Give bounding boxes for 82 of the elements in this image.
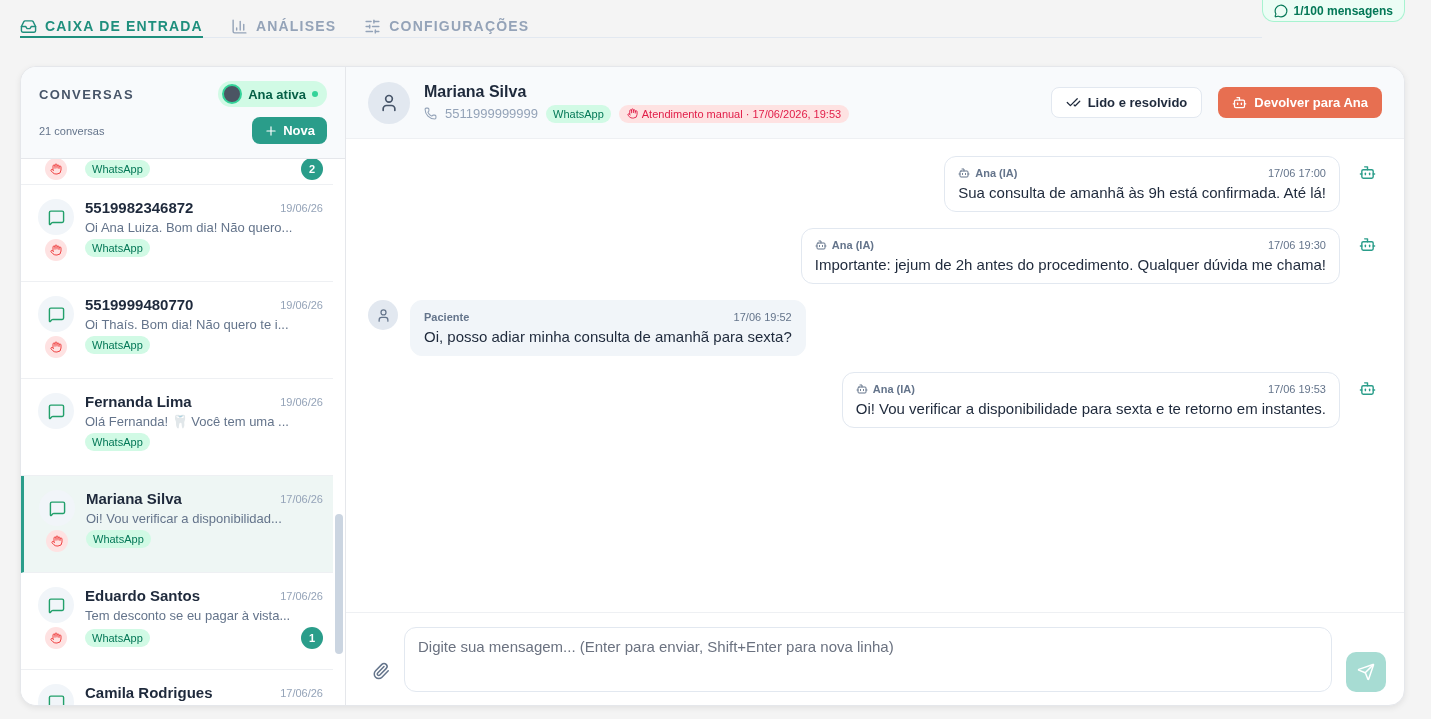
message-text: Importante: jejum de 2h antes do procedimento. Qualquer dúvida me chama! (814, 256, 1326, 273)
conversation-date: 17/06/26 (280, 589, 323, 602)
message-time: 17/06 17:00 (1267, 167, 1326, 179)
agent-status-pill: Ana ativa (218, 81, 327, 107)
message-author: Ana (IA) (855, 383, 915, 395)
message-preview: Oi Ana Luiza. Bom dia! Não quero... (85, 220, 294, 235)
robot-icon (958, 167, 971, 179)
channel-tag: WhatsApp (85, 336, 150, 354)
conversation-item[interactable]: WhatsApp 2 (21, 159, 333, 185)
conversation-item[interactable]: Mariana Silva 17/06/26 Oi! Vou verificar a disponibilidad... WhatsApp (21, 476, 333, 573)
message-author: Paciente (424, 311, 470, 323)
contact-name: 5519982346872 (85, 199, 194, 216)
message-time: 17/06 19:53 (1267, 383, 1326, 395)
user-icon (368, 300, 398, 330)
channel-tag: WhatsApp (85, 159, 150, 178)
chat-icon (38, 587, 74, 623)
conversation-item[interactable]: 5519999480770 19/06/26 Oi Thaís. Bom dia! Não quero te i... WhatsApp (21, 282, 333, 379)
channel-tag: WhatsApp (85, 629, 150, 647)
conversation-date: 19/06/26 (280, 298, 323, 311)
paperclip-icon (372, 662, 390, 680)
message-author: Ana (IA) (814, 239, 875, 251)
message-time: 17/06 19:52 (733, 311, 792, 323)
message-preview: Oi! Vou verificar a disponibilidad... (86, 511, 283, 526)
usage-badge: 1/100 mensagens (1261, 0, 1405, 22)
robot-icon (1358, 236, 1376, 253)
conversation-date: 17/06/26 (280, 492, 323, 505)
conversation-date: 19/06/26 (280, 395, 323, 408)
message-preview: Tem desconto se eu pagar à vista... (85, 608, 292, 623)
contact-name: Eduardo Santos (85, 587, 200, 604)
conversation-date: 19/06/26 (280, 201, 323, 214)
conversation-item[interactable]: Camila Rodrigues 17/06/26 (21, 670, 333, 705)
contact-name: Camila Rodrigues (85, 684, 213, 701)
contact-name: Fernanda Lima (85, 393, 192, 410)
bar-chart-icon (230, 17, 248, 35)
message-text: Oi! Vou verificar a disponibilidade para sexta e te retorno em instantes. (855, 400, 1326, 417)
hand-icon (626, 108, 638, 119)
phone-number: 5511999999999 (445, 106, 539, 121)
chat-icon (38, 199, 74, 235)
sidebar-title: CONVERSAS (39, 86, 134, 102)
unread-count: 1 (301, 627, 323, 649)
robot-icon (855, 383, 868, 395)
message-preview: Oi Thaís. Bom dia! Não quero te i... (85, 317, 290, 332)
conversation-date: 17/06/26 (280, 686, 323, 699)
message-author: Ana (IA) (958, 167, 1018, 179)
send-icon (1357, 663, 1375, 681)
robot-icon (1358, 380, 1376, 397)
resolve-button[interactable]: Lido e resolvido (1050, 87, 1203, 118)
channel-tag: WhatsApp (85, 239, 150, 257)
robot-icon (1358, 164, 1376, 181)
contact-name: 5519999480770 (85, 296, 194, 313)
avatar (222, 84, 243, 104)
sliders-icon (364, 17, 382, 35)
channel-tag: WhatsApp (546, 104, 611, 123)
conversation-count: 21 conversas (39, 124, 105, 137)
message-preview: Olá Fernanda! 🦷 Você tem uma ... (85, 414, 290, 429)
message-text: Sua consulta de amanhã às 9h está confirmada. Até lá! (958, 184, 1326, 201)
chat-bubble-icon (1273, 3, 1288, 18)
message-time: 17/06 19:30 (1267, 239, 1326, 251)
scrollbar-thumb[interactable] (335, 514, 343, 654)
conversation-item[interactable]: Fernanda Lima 19/06/26 Olá Fernanda! 🦷 Você tem uma ... WhatsApp (21, 379, 333, 476)
chat-icon (38, 296, 74, 332)
conversation-item[interactable]: Eduardo Santos 17/06/26 Tem desconto se eu pagar à vista... WhatsApp 1 (21, 573, 333, 670)
message-input[interactable]: Digite sua mensagem... (Enter para enviar, Shift+Enter para nova linha) (404, 627, 1332, 692)
channel-tag: WhatsApp (85, 433, 150, 451)
plus-icon (264, 123, 279, 138)
channel-tag: WhatsApp (86, 530, 151, 548)
chat-icon (39, 490, 75, 526)
chat-icon (38, 393, 74, 429)
attach-button[interactable] (372, 662, 390, 680)
robot-icon (1232, 95, 1248, 110)
unread-count: 2 (301, 159, 323, 180)
contact-name: Mariana Silva (424, 82, 528, 101)
phone-icon (424, 107, 437, 120)
robot-icon (814, 239, 827, 251)
message-text: Oi, posso adiar minha consulta de amanhã para sexta? (424, 328, 792, 345)
manual-mode-badge: Atendimento manual · 17/06/2026, 19:53 (618, 104, 850, 123)
nav-tab[interactable]: CAIXA DE ENTRADA (20, 16, 203, 38)
contact-name: Mariana Silva (86, 490, 182, 507)
inbox-icon (20, 17, 37, 35)
conversation-item[interactable]: 5519982346872 19/06/26 Oi Ana Luiza. Bom dia! Não quero... WhatsApp (21, 185, 333, 282)
user-icon (368, 81, 410, 124)
send-button[interactable] (1346, 652, 1386, 692)
